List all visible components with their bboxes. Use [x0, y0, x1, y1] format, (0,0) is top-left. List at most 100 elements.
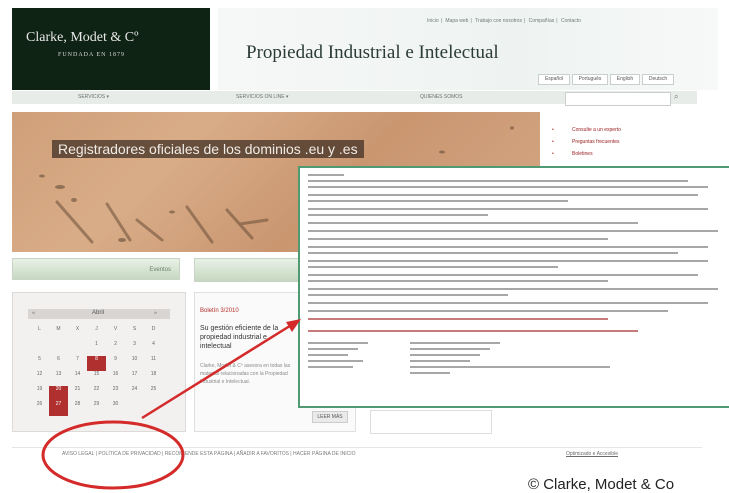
doc-text-line	[308, 310, 668, 312]
doc-text-line	[308, 330, 638, 332]
doc-text-line	[308, 186, 708, 188]
doc-text-line	[410, 366, 610, 368]
calendar-day[interactable]: 7	[68, 356, 87, 371]
calendar-day[interactable]: 23	[106, 386, 125, 401]
top-link-trabajo[interactable]: Trabajo con nosotros	[475, 18, 522, 24]
nav-quienes-somos[interactable]: QUIENES SOMOS	[420, 94, 463, 100]
doc-text-line	[308, 318, 608, 320]
calendar-day[interactable]: 17	[125, 371, 144, 386]
zoomed-legal-notice	[298, 166, 729, 408]
doc-text-line	[308, 230, 718, 232]
lang-espanol[interactable]: Español	[538, 74, 570, 85]
calendar-day[interactable]: 8	[87, 356, 106, 371]
top-link-contacto[interactable]: Contacto	[561, 18, 581, 24]
calendar-day[interactable]: 27	[49, 401, 68, 416]
calendar-day[interactable]: 30	[106, 401, 125, 416]
doc-text-line	[308, 294, 508, 296]
doc-text-line	[308, 288, 718, 290]
calendar-day	[30, 341, 49, 356]
calendar-day[interactable]: 20	[49, 386, 68, 401]
doc-text-line	[308, 280, 608, 282]
doc-text-line	[410, 360, 470, 362]
doc-text-line	[308, 246, 708, 248]
doc-text-line	[308, 200, 568, 202]
eventos-button[interactable]: Eventos	[12, 258, 180, 280]
top-link-inicio[interactable]: Inicio	[427, 18, 439, 24]
calendar-day[interactable]: 9	[106, 356, 125, 371]
calendar-day[interactable]: 3	[125, 341, 144, 356]
calendar-day[interactable]: 29	[87, 401, 106, 416]
calendar-day[interactable]: 6	[49, 356, 68, 371]
doc-text-line	[308, 208, 708, 210]
calendar-day[interactable]: 22	[87, 386, 106, 401]
doc-text-line	[308, 302, 708, 304]
top-link-mapa[interactable]: Mapa web	[445, 18, 468, 24]
calendar-day[interactable]: 11	[144, 356, 163, 371]
calendar-day[interactable]: 5	[30, 356, 49, 371]
calendar-day[interactable]: 16	[106, 371, 125, 386]
calendar-weekday: S	[132, 326, 137, 332]
logo-name: Clarke, Modet & Cº	[26, 30, 139, 45]
doc-text-line	[410, 354, 480, 356]
lang-english[interactable]: English	[610, 74, 640, 85]
doc-text-line	[410, 372, 450, 374]
logo-tagline: FUNDADA EN 1879	[58, 52, 126, 58]
doc-text-line	[308, 214, 488, 216]
logo[interactable]	[12, 8, 210, 90]
top-links: Inicio | Mapa web | Trabajo con nosotros | …	[427, 18, 581, 24]
calendar-day[interactable]: 24	[125, 386, 144, 401]
calendar-day[interactable]: 26	[30, 401, 49, 416]
calendar-weekday: X	[75, 326, 80, 332]
novedades-button[interactable]	[194, 258, 300, 282]
calendar-day[interactable]: 10	[125, 356, 144, 371]
calendar-day[interactable]: 12	[30, 371, 49, 386]
read-more-button[interactable]: LEER MÁS	[312, 411, 348, 423]
calendar-day[interactable]: 13	[49, 371, 68, 386]
sidebar-links: Consulte a un experto Preguntas frecuent…	[548, 124, 621, 160]
doc-text-line	[308, 266, 558, 268]
calendar-day[interactable]: 15	[87, 371, 106, 386]
calendar-day[interactable]: 25	[144, 386, 163, 401]
calendar-day[interactable]: 21	[68, 386, 87, 401]
banner-caption: Registradores oficiales de los dominios …	[52, 140, 364, 158]
nav-servicios-online[interactable]: SERVICIOS ON LINE ▾	[236, 94, 288, 100]
calendar-day	[68, 341, 87, 356]
top-link-companias[interactable]: Compañías	[529, 18, 555, 24]
calendar-day[interactable]: 14	[68, 371, 87, 386]
footer-links[interactable]: AVISO LEGAL | POLÍTICA DE PRIVACIDAD | R…	[62, 451, 356, 457]
doc-text-line	[308, 194, 698, 196]
doc-text-line	[308, 342, 368, 344]
sidebar-link-boletines[interactable]: Boletines	[548, 148, 621, 160]
doc-text-line	[308, 348, 358, 350]
search-icon[interactable]: ⌕	[674, 92, 678, 102]
calendar-day[interactable]: 2	[106, 341, 125, 356]
footer-credit[interactable]: Optimizado e Accesible	[566, 451, 618, 457]
search-input[interactable]	[565, 92, 671, 106]
calendar-next-button[interactable]: »	[154, 310, 157, 316]
doc-text-line	[308, 238, 608, 240]
doc-text-line	[410, 342, 500, 344]
calendar-weekday: M	[56, 326, 61, 332]
news-title[interactable]: Su gestión eficiente de la propiedad ind…	[200, 324, 300, 351]
news-date: Boletín 3/2010	[200, 308, 239, 314]
calendar-day[interactable]: 18	[144, 371, 163, 386]
calendar-prev-button[interactable]: «	[32, 310, 35, 316]
calendar-weekday: L	[38, 326, 41, 332]
doc-text-line	[308, 360, 363, 362]
site-title: Propiedad Industrial e Intelectual	[246, 42, 499, 63]
doc-text-line	[308, 180, 688, 182]
calendar-day[interactable]: 19	[30, 386, 49, 401]
calendar-weekday: V	[113, 326, 118, 332]
lang-portugues[interactable]: Português	[572, 74, 608, 85]
lang-deutsch[interactable]: Deutsch	[642, 74, 674, 85]
doc-text-line	[308, 366, 353, 368]
nav-servicios[interactable]: SERVICIOS ▾	[78, 94, 109, 100]
calendar-day[interactable]: 28	[68, 401, 87, 416]
calendar-day[interactable]: 4	[144, 341, 163, 356]
calendar-day[interactable]: 1	[87, 341, 106, 356]
sidebar-link-experto[interactable]: Consulte a un experto	[548, 124, 621, 136]
sidebar-link-preguntas[interactable]: Preguntas frecuentes	[548, 136, 621, 148]
copyright: © Clarke, Modet & Co	[528, 476, 675, 493]
calendar-weekday: D	[151, 326, 156, 332]
doc-text-line	[308, 174, 344, 176]
